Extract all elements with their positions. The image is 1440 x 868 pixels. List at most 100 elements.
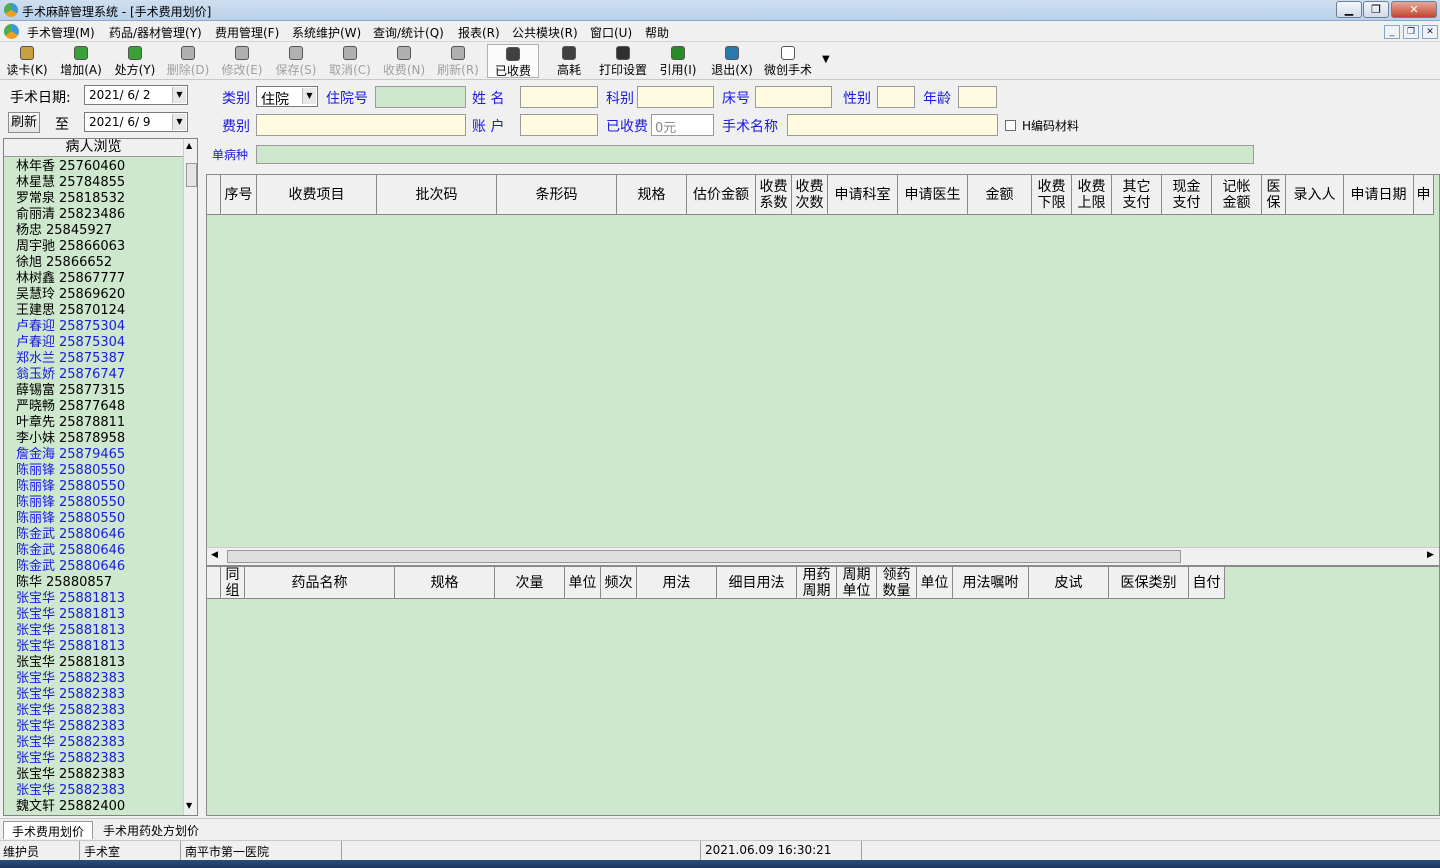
patient-row[interactable]: 张宝华 25881813: [4, 639, 183, 655]
patient-row[interactable]: 陈丽锋 25880550: [4, 511, 183, 527]
mdi-minimize-button[interactable]: _: [1384, 25, 1400, 39]
patient-row[interactable]: 张宝华 25882383: [4, 687, 183, 703]
fee-column-header[interactable]: 金额: [968, 175, 1032, 215]
fee-column-header[interactable]: 申请科室: [828, 175, 898, 215]
drug-column-header[interactable]: 皮试: [1029, 567, 1109, 599]
patient-row[interactable]: 陈金武 25880646: [4, 527, 183, 543]
drug-column-header[interactable]: 规格: [395, 567, 495, 599]
date-from-picker[interactable]: 2021/ 6/ 2 ▼: [84, 85, 188, 105]
drug-column-header[interactable]: 单位: [565, 567, 601, 599]
fee-column-header[interactable]: 批次码: [377, 175, 497, 215]
maximize-button[interactable]: ❐: [1363, 1, 1389, 18]
fee-grid-hscrollbar[interactable]: ◀ ▶: [207, 547, 1439, 565]
inpatient-no-field[interactable]: [375, 86, 466, 108]
patient-row[interactable]: 张宝华 25881813: [4, 591, 183, 607]
menu-reports[interactable]: 报表(R): [458, 24, 500, 41]
chevron-up-icon[interactable]: ▲: [186, 141, 192, 150]
drug-column-header[interactable]: 细目用法: [717, 567, 797, 599]
menu-common[interactable]: 公共模块(R): [512, 24, 578, 41]
patient-row[interactable]: 张宝华 25882383: [4, 783, 183, 799]
chevron-down-icon[interactable]: ▼: [172, 87, 186, 103]
chevron-down-icon[interactable]: ▼: [186, 801, 192, 810]
high-consumption-button[interactable]: 高耗: [553, 44, 585, 78]
patient-row[interactable]: 俞丽清 25823486: [4, 207, 183, 223]
charge-button[interactable]: 收费(N): [382, 44, 426, 78]
patient-row[interactable]: 李小妹 25878958: [4, 431, 183, 447]
drug-column-header[interactable]: 周期 单位: [837, 567, 877, 599]
menu-window[interactable]: 窗口(U): [590, 24, 632, 41]
fee-column-header[interactable]: 申: [1414, 175, 1434, 215]
chevron-down-icon[interactable]: ▼: [172, 114, 186, 130]
drug-items-grid[interactable]: 同 组药品名称 规格 次量 单位 频次 用法 细目用法 用药 周期 周期 单位 领药 数量 单位 用法…: [206, 566, 1440, 816]
print-settings-button[interactable]: 打印设置: [598, 44, 648, 78]
fee-column-header[interactable]: 收费 系数: [756, 175, 792, 215]
sex-field[interactable]: [877, 86, 915, 108]
drug-column-header[interactable]: 自付: [1189, 567, 1225, 599]
patient-row[interactable]: 林年香 25760460: [4, 159, 183, 175]
delete-button[interactable]: 删除(D): [166, 44, 210, 78]
minimally-invasive-button[interactable]: 微创手术: [763, 44, 813, 78]
patient-row[interactable]: 翁玉娇 25876747: [4, 367, 183, 383]
patient-row[interactable]: 张宝华 25881813: [4, 607, 183, 623]
patient-row[interactable]: 张宝华 25882383: [4, 719, 183, 735]
menu-query[interactable]: 查询/统计(Q): [373, 24, 444, 41]
exit-button[interactable]: 退出(X): [710, 44, 754, 78]
patient-row[interactable]: 周宇驰 25866063: [4, 239, 183, 255]
refresh-button[interactable]: 刷新: [8, 112, 40, 133]
chevron-left-icon[interactable]: ◀: [211, 550, 218, 560]
patient-row[interactable]: 卢春迎 25875304: [4, 335, 183, 351]
read-card-button[interactable]: 读卡(K): [5, 44, 49, 78]
patient-list-scrollbar[interactable]: ▲ ▼: [183, 139, 197, 815]
drug-column-header[interactable]: 频次: [601, 567, 637, 599]
fee-column-header[interactable]: 收费 次数: [792, 175, 828, 215]
age-field[interactable]: [958, 86, 997, 108]
surgery-name-field[interactable]: [787, 114, 998, 136]
patient-row[interactable]: 张宝华 25882383: [4, 703, 183, 719]
fee-column-header[interactable]: 序号: [221, 175, 257, 215]
drug-column-header[interactable]: 用药 周期: [797, 567, 837, 599]
drug-column-header[interactable]: 次量: [495, 567, 565, 599]
patient-row[interactable]: 张宝华 25881813: [4, 623, 183, 639]
patient-row[interactable]: 叶章先 25878811: [4, 415, 183, 431]
name-field[interactable]: [520, 86, 598, 108]
fee-column-header[interactable]: 申请日期: [1344, 175, 1414, 215]
fee-type-field[interactable]: [256, 114, 466, 136]
patient-row[interactable]: 张宝华 25882383: [4, 767, 183, 783]
bed-field[interactable]: [755, 86, 832, 108]
fee-column-header[interactable]: 规格: [617, 175, 687, 215]
fee-column-header[interactable]: 条形码: [497, 175, 617, 215]
account-field[interactable]: [520, 114, 598, 136]
patient-row[interactable]: 张宝华 25882383: [4, 671, 183, 687]
drug-column-header[interactable]: 单位: [917, 567, 953, 599]
edit-button[interactable]: 修改(E): [220, 44, 264, 78]
patient-list[interactable]: 病人浏览 林年香 25760460 林星慧 25784855 罗常泉 2581853…: [3, 138, 198, 816]
menu-fees[interactable]: 费用管理(F): [215, 24, 279, 41]
h-code-checkbox[interactable]: [1005, 120, 1016, 131]
close-button[interactable]: ✕: [1391, 1, 1437, 18]
patient-row[interactable]: 林树鑫 25867777: [4, 271, 183, 287]
fee-column-header[interactable]: 医 保: [1262, 175, 1286, 215]
charged-toggle-button[interactable]: 已收费: [487, 44, 539, 78]
toolbar-more-icon[interactable]: ▼: [822, 54, 830, 65]
patient-row[interactable]: 卢春迎 25875304: [4, 319, 183, 335]
drug-column-header[interactable]: 药品名称: [245, 567, 395, 599]
patient-row[interactable]: 王建思 25870124: [4, 303, 183, 319]
fee-items-grid[interactable]: 序号 收费项目 批次码 条形码 规格 估价金额 收费 系数 收费 次数 申请科室 申请医生 金额 收费…: [206, 174, 1440, 566]
drug-column-header[interactable]: 用法嘱咐: [953, 567, 1029, 599]
fee-column-header[interactable]: 收费 下限: [1032, 175, 1072, 215]
patient-row[interactable]: 薛锡富 25877315: [4, 383, 183, 399]
patient-row[interactable]: 杨忠 25845927: [4, 223, 183, 239]
fee-column-header[interactable]: 记帐 金额: [1212, 175, 1262, 215]
date-to-picker[interactable]: 2021/ 6/ 9 ▼: [84, 112, 188, 132]
patient-row[interactable]: 陈丽锋 25880550: [4, 463, 183, 479]
cancel-button[interactable]: 取消(C): [328, 44, 372, 78]
patient-row[interactable]: 郑水兰 25875387: [4, 351, 183, 367]
fee-column-header[interactable]: 收费 上限: [1072, 175, 1112, 215]
patient-row[interactable]: 吴慧玲 25869620: [4, 287, 183, 303]
patient-row[interactable]: 陈金武 25880646: [4, 543, 183, 559]
drug-column-header[interactable]: 医保类别: [1109, 567, 1189, 599]
menu-drugs[interactable]: 药品/器材管理(Y): [109, 24, 202, 41]
single-disease-field[interactable]: [256, 145, 1254, 164]
chevron-right-icon[interactable]: ▶: [1427, 550, 1434, 560]
patient-row[interactable]: 陈金武 25880646: [4, 559, 183, 575]
